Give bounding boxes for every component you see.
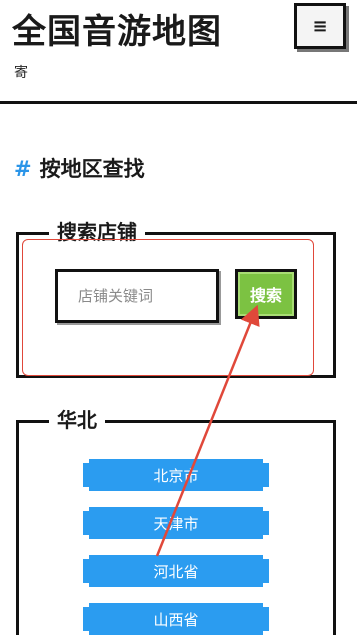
- region-item-hebei[interactable]: 河北省: [83, 555, 269, 587]
- site-title: 全国音游地图: [12, 12, 222, 52]
- region-item-shanxi[interactable]: 山西省: [83, 603, 269, 635]
- search-shop-fieldset: 搜索店铺 搜索: [16, 217, 336, 378]
- menu-button[interactable]: ≡: [294, 3, 346, 49]
- hash-icon: #: [14, 157, 32, 181]
- site-header: 全国音游地图 寄 ≡: [0, 0, 357, 104]
- region-item-tianjin[interactable]: 天津市: [83, 507, 269, 539]
- section-heading: # 按地区查找: [14, 154, 145, 184]
- region-item-beijing[interactable]: 北京市: [83, 459, 269, 491]
- search-button[interactable]: 搜索: [235, 269, 297, 319]
- shop-keyword-input[interactable]: [55, 269, 219, 323]
- site-subtitle: 寄: [14, 65, 28, 81]
- hamburger-menu-icon: ≡: [312, 15, 328, 37]
- section-heading-label: 按地区查找: [39, 157, 145, 181]
- region-group-legend: 华北: [49, 405, 105, 435]
- region-list: 北京市 天津市 河北省 山西省: [83, 459, 269, 635]
- search-shop-legend: 搜索店铺: [49, 217, 145, 247]
- region-group-north-china: 华北 北京市 天津市 河北省 山西省: [16, 405, 336, 635]
